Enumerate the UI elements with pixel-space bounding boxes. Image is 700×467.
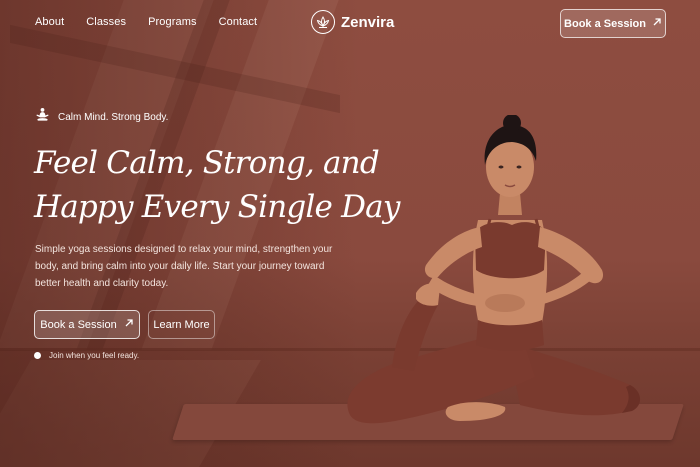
book-session-button[interactable]: Book a Session xyxy=(34,310,140,339)
tagline-text: Calm Mind. Strong Body. xyxy=(58,111,169,123)
nav-link-classes[interactable]: Classes xyxy=(86,16,126,28)
nav-links: About Classes Programs Contact xyxy=(35,16,257,28)
join-note: Join when you feel ready. xyxy=(34,351,139,360)
tagline: Calm Mind. Strong Body. xyxy=(35,107,168,127)
nav-link-about[interactable]: About xyxy=(35,16,64,28)
headline-line-1: Feel Calm, Strong, and xyxy=(34,145,380,181)
brand-name: Zenvira xyxy=(341,13,395,31)
hero-section: About Classes Programs Contact Zenvira B… xyxy=(0,0,700,467)
brand-logo-link[interactable]: Zenvira xyxy=(311,10,394,34)
left-shade xyxy=(0,0,360,467)
book-session-label: Book a Session xyxy=(564,17,646,30)
top-navigation: About Classes Programs Contact Zenvira B… xyxy=(0,0,700,48)
learn-more-button[interactable]: Learn More xyxy=(148,310,215,339)
book-session-nav-button[interactable]: Book a Session xyxy=(560,9,666,38)
arrow-up-right-icon xyxy=(124,318,134,331)
meditation-icon xyxy=(35,107,50,127)
arrow-up-right-icon xyxy=(652,17,662,30)
yoga-figure-image xyxy=(347,115,641,424)
join-note-text: Join when you feel ready. xyxy=(49,351,140,360)
lotus-icon xyxy=(311,10,335,34)
hero-description: Simple yoga sessions designed to relax y… xyxy=(35,244,333,289)
learn-more-label: Learn More xyxy=(153,318,210,331)
hero-headline: Feel Calm, Strong, and Happy Every Singl… xyxy=(34,141,400,229)
headline-line-2: Happy Every Single Day xyxy=(34,189,400,225)
nav-link-contact[interactable]: Contact xyxy=(219,16,258,28)
bullet-dot-icon xyxy=(34,352,41,359)
nav-link-programs[interactable]: Programs xyxy=(148,16,196,28)
book-session-label: Book a Session xyxy=(40,318,117,331)
